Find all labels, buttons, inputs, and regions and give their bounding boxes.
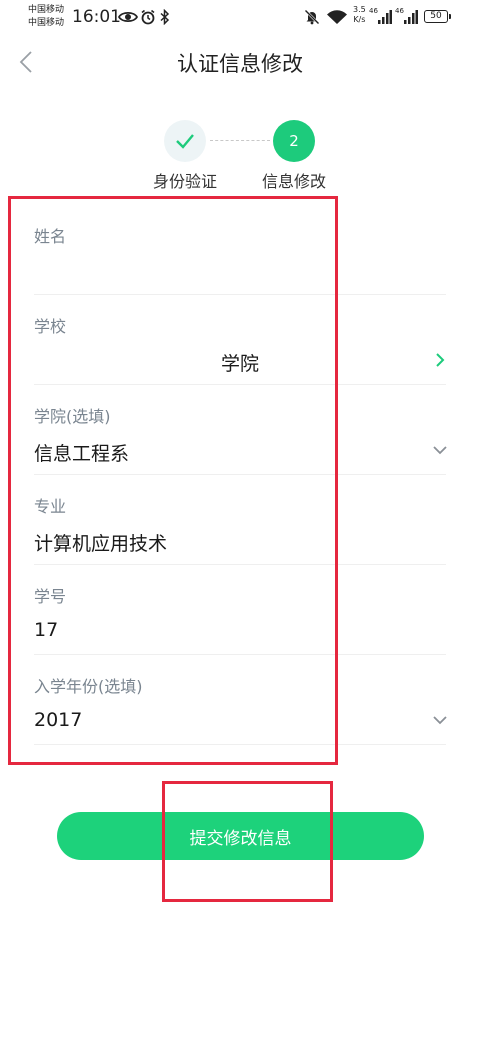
college-dropdown[interactable] [432, 441, 448, 459]
eye-icon [118, 11, 138, 23]
chevron-down-icon [433, 716, 447, 725]
progress-stepper: 2 身份验证 信息修改 [0, 118, 480, 191]
wifi-icon [327, 10, 347, 24]
nav-bar: 认证信息修改 [0, 36, 480, 88]
school-arrow[interactable] [432, 351, 448, 369]
alarm-icon [141, 9, 155, 25]
step-2-label: 信息修改 [261, 172, 326, 191]
step-2-circle: 2 [273, 120, 315, 162]
status-bar: 中国移动 中国移动 16:01 3.5 K/s 46 46 50 [0, 0, 480, 36]
mute-bell-icon [304, 9, 320, 25]
step-connector [210, 140, 270, 141]
step-1-label: 身份验证 [152, 172, 217, 191]
chevron-right-icon [436, 353, 445, 367]
highlight-box-submit [162, 781, 333, 902]
battery-icon: 50 [424, 10, 451, 23]
speed-value: 3.5 [353, 5, 366, 14]
carrier-2: 中国移动 [28, 18, 65, 28]
bluetooth-icon [160, 9, 170, 25]
clock: 16:01 [72, 7, 121, 27]
highlight-box-form [8, 196, 338, 765]
carrier-info: 中国移动 中国移动 [28, 4, 64, 30]
page-title: 认证信息修改 [177, 52, 303, 76]
chevron-down-icon [433, 446, 447, 455]
step-1-circle [164, 120, 206, 162]
signal-1-icon [378, 10, 392, 24]
checkmark-icon [176, 134, 194, 149]
signal-2-icon [404, 10, 418, 24]
enroll-year-dropdown[interactable] [432, 711, 448, 729]
carrier-1: 中国移动 [28, 5, 65, 15]
network-speed: 3.5 K/s [353, 5, 366, 25]
speed-unit: K/s [353, 15, 366, 24]
